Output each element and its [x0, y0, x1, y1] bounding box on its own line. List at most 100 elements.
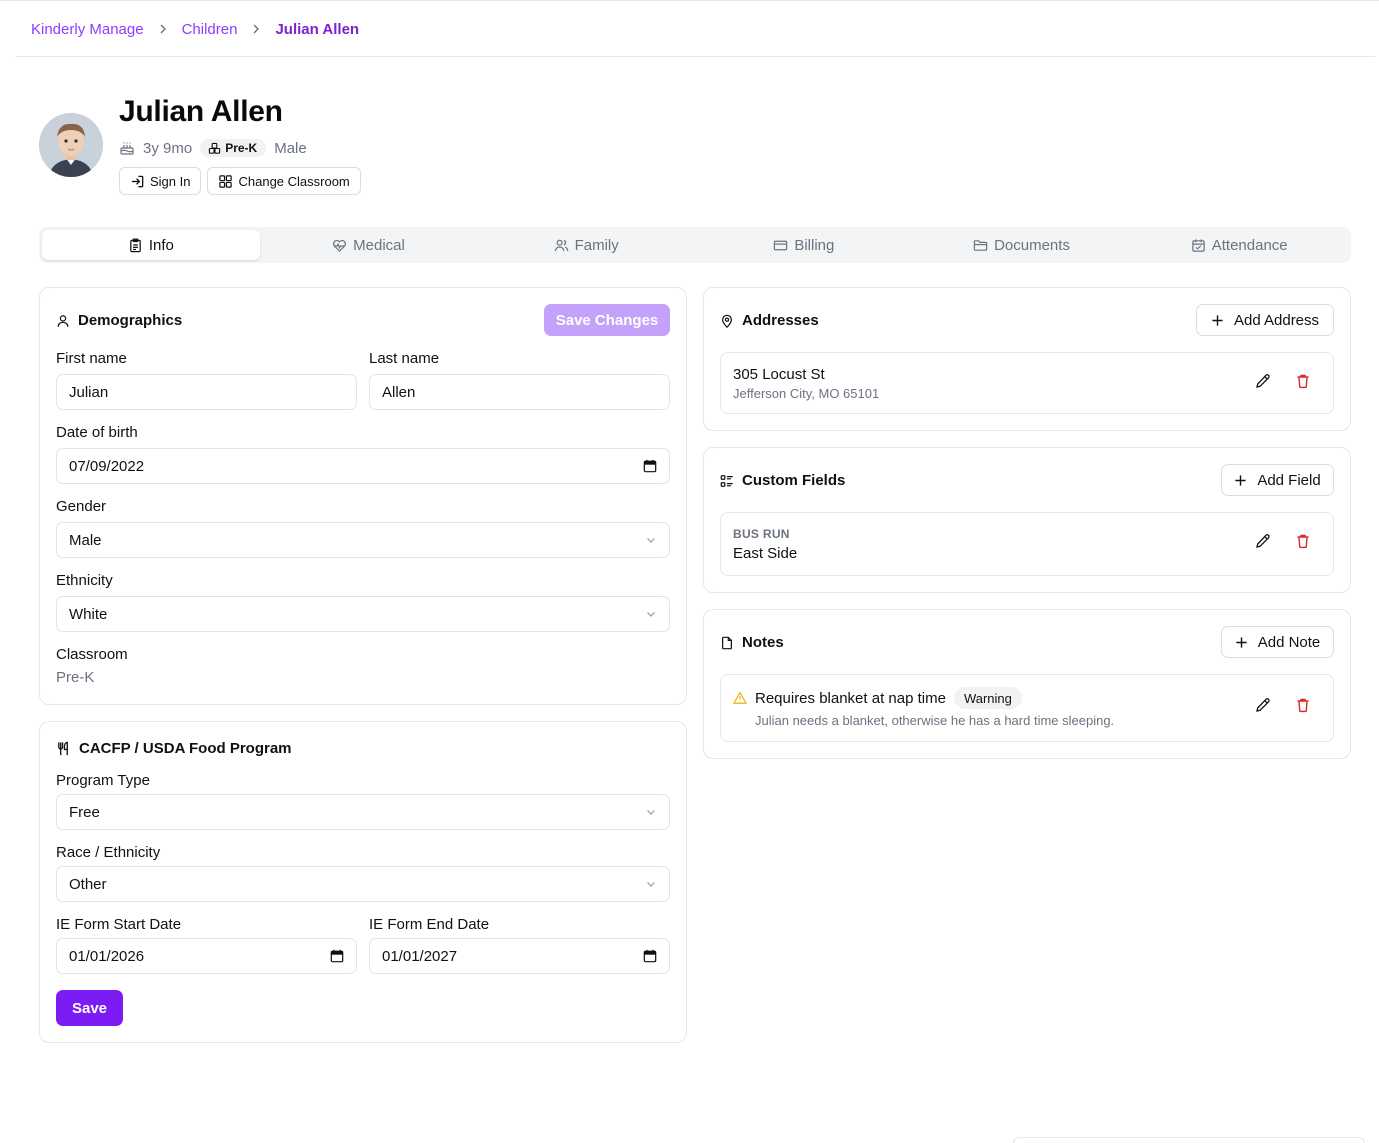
chevron-down-icon	[645, 534, 657, 546]
save-food-program-button[interactable]: Save	[56, 990, 123, 1026]
add-note-button[interactable]: Add Note	[1221, 626, 1334, 658]
users-icon	[554, 238, 569, 253]
edit-address-button[interactable]	[1252, 370, 1274, 392]
tab-billing-label: Billing	[794, 236, 835, 254]
cake-icon	[119, 140, 135, 156]
custom-field-value: East Side	[733, 545, 798, 562]
ie-end-field[interactable]: 01/01/2027	[369, 938, 670, 974]
dob-label: Date of birth	[56, 424, 138, 441]
tab-documents-label: Documents	[994, 236, 1070, 254]
first-name-field[interactable]: Julian	[56, 374, 357, 410]
trash-icon	[1295, 697, 1311, 713]
pencil-icon	[1255, 697, 1271, 713]
notes-title: Notes	[720, 634, 784, 651]
dob-field[interactable]: 07/09/2022	[56, 448, 670, 484]
change-classroom-label: Change Classroom	[238, 173, 350, 189]
calendar-picker-icon[interactable]	[643, 459, 657, 473]
tab-medical-label: Medical	[353, 236, 405, 254]
classroom-label: Classroom	[56, 646, 128, 663]
edit-field-button[interactable]	[1252, 530, 1274, 552]
sign-in-label: Sign In	[150, 173, 191, 189]
ie-start-label: IE Form Start Date	[56, 916, 182, 933]
chevron-right-icon	[158, 24, 168, 34]
sign-in-icon	[130, 174, 145, 189]
program-type-value: Free	[69, 803, 100, 821]
add-field-button[interactable]: Add Field	[1221, 464, 1334, 496]
ethnicity-label: Ethnicity	[56, 572, 113, 589]
child-name: Julian Allen	[119, 95, 283, 128]
breadcrumb-children-link[interactable]: Children	[182, 21, 238, 38]
first-name-label: First name	[56, 350, 127, 367]
classroom-value: Pre-K	[56, 669, 95, 686]
custom-field-name: BUS RUN	[733, 527, 790, 541]
tab-medical[interactable]: Medical	[260, 230, 478, 260]
chevron-right-icon	[251, 24, 261, 34]
tab-family-label: Family	[574, 236, 619, 254]
last-name-field[interactable]: Allen	[369, 374, 670, 410]
warning-triangle-icon	[733, 691, 747, 705]
breadcrumb: Kinderly Manage Children Julian Allen	[31, 19, 359, 39]
chevron-down-icon	[645, 608, 657, 620]
change-classroom-button[interactable]: Change Classroom	[207, 167, 361, 195]
food-program-card: CACFP / USDA Food Program Program Type F…	[39, 721, 687, 1043]
custom-field-item: BUS RUN East Side	[720, 512, 1334, 576]
ie-start-field[interactable]: 01/01/2026	[56, 938, 357, 974]
classroom-badge: Pre-K	[200, 139, 267, 157]
calendar-picker-icon[interactable]	[330, 949, 344, 963]
tab-info[interactable]: Info	[42, 230, 260, 260]
address-item: 305 Locust St Jefferson City, MO 65101	[720, 352, 1334, 414]
delete-address-button[interactable]	[1292, 370, 1314, 392]
addresses-title: Addresses	[720, 312, 819, 329]
note-severity-badge: Warning	[953, 687, 1022, 709]
address-street: 305 Locust St	[733, 366, 825, 383]
dob-value: 07/09/2022	[69, 457, 145, 475]
tab-info-label: Info	[148, 236, 174, 254]
race-ethnicity-select[interactable]: Other	[56, 866, 670, 902]
credit-card-icon	[773, 238, 788, 253]
note-title: Requires blanket at nap time	[755, 689, 946, 707]
note-item: Requires blanket at nap time Warning Jul…	[720, 674, 1334, 742]
tab-family[interactable]: Family	[477, 230, 695, 260]
save-changes-button[interactable]: Save Changes	[544, 304, 670, 336]
blocks-icon	[208, 142, 221, 155]
add-address-button[interactable]: Add Address	[1196, 304, 1334, 336]
gender-value: Male	[69, 531, 102, 549]
tab-billing[interactable]: Billing	[695, 230, 913, 260]
chevron-down-icon	[645, 878, 657, 890]
last-name-value: Allen	[382, 383, 416, 401]
plus-icon	[1234, 474, 1247, 487]
ethnicity-select[interactable]: White	[56, 596, 670, 632]
tab-attendance[interactable]: Attendance	[1130, 230, 1348, 260]
delete-note-button[interactable]	[1292, 694, 1314, 716]
classroom-badge-label: Pre-K	[225, 141, 258, 155]
map-pin-icon	[720, 314, 734, 328]
file-icon	[720, 636, 734, 650]
edit-note-button[interactable]	[1252, 694, 1274, 716]
ie-end-label: IE Form End Date	[369, 916, 490, 933]
custom-fields-card: Custom Fields Add Field BUS RUN East Sid…	[703, 447, 1351, 593]
tab-documents[interactable]: Documents	[913, 230, 1131, 260]
demographics-title-label: Demographics	[78, 312, 183, 329]
calendar-icon	[1191, 238, 1206, 253]
calendar-picker-icon[interactable]	[643, 949, 657, 963]
add-address-label: Add Address	[1233, 311, 1320, 329]
profile-tabs: Info Medical Family Billing Documents At…	[39, 227, 1351, 263]
folder-icon	[973, 238, 988, 253]
program-type-select[interactable]: Free	[56, 794, 670, 830]
custom-fields-title-label: Custom Fields	[742, 472, 846, 489]
note-header: Requires blanket at nap time Warning	[733, 687, 1022, 709]
breadcrumb-root-link[interactable]: Kinderly Manage	[31, 21, 144, 38]
race-ethnicity-label: Race / Ethnicity	[56, 844, 161, 861]
sign-in-button[interactable]: Sign In	[119, 167, 202, 195]
food-program-title: CACFP / USDA Food Program	[56, 740, 292, 757]
child-age: 3y 9mo	[143, 139, 193, 157]
demographics-card: Demographics Save Changes First name Jul…	[39, 287, 687, 705]
breadcrumb-current: Julian Allen	[275, 20, 360, 38]
add-note-label: Add Note	[1257, 633, 1321, 651]
first-name-value: Julian	[69, 383, 109, 401]
user-icon	[56, 314, 70, 328]
delete-field-button[interactable]	[1292, 530, 1314, 552]
header-divider	[15, 56, 1375, 57]
gender-select[interactable]: Male	[56, 522, 670, 558]
last-name-label: Last name	[369, 350, 440, 367]
